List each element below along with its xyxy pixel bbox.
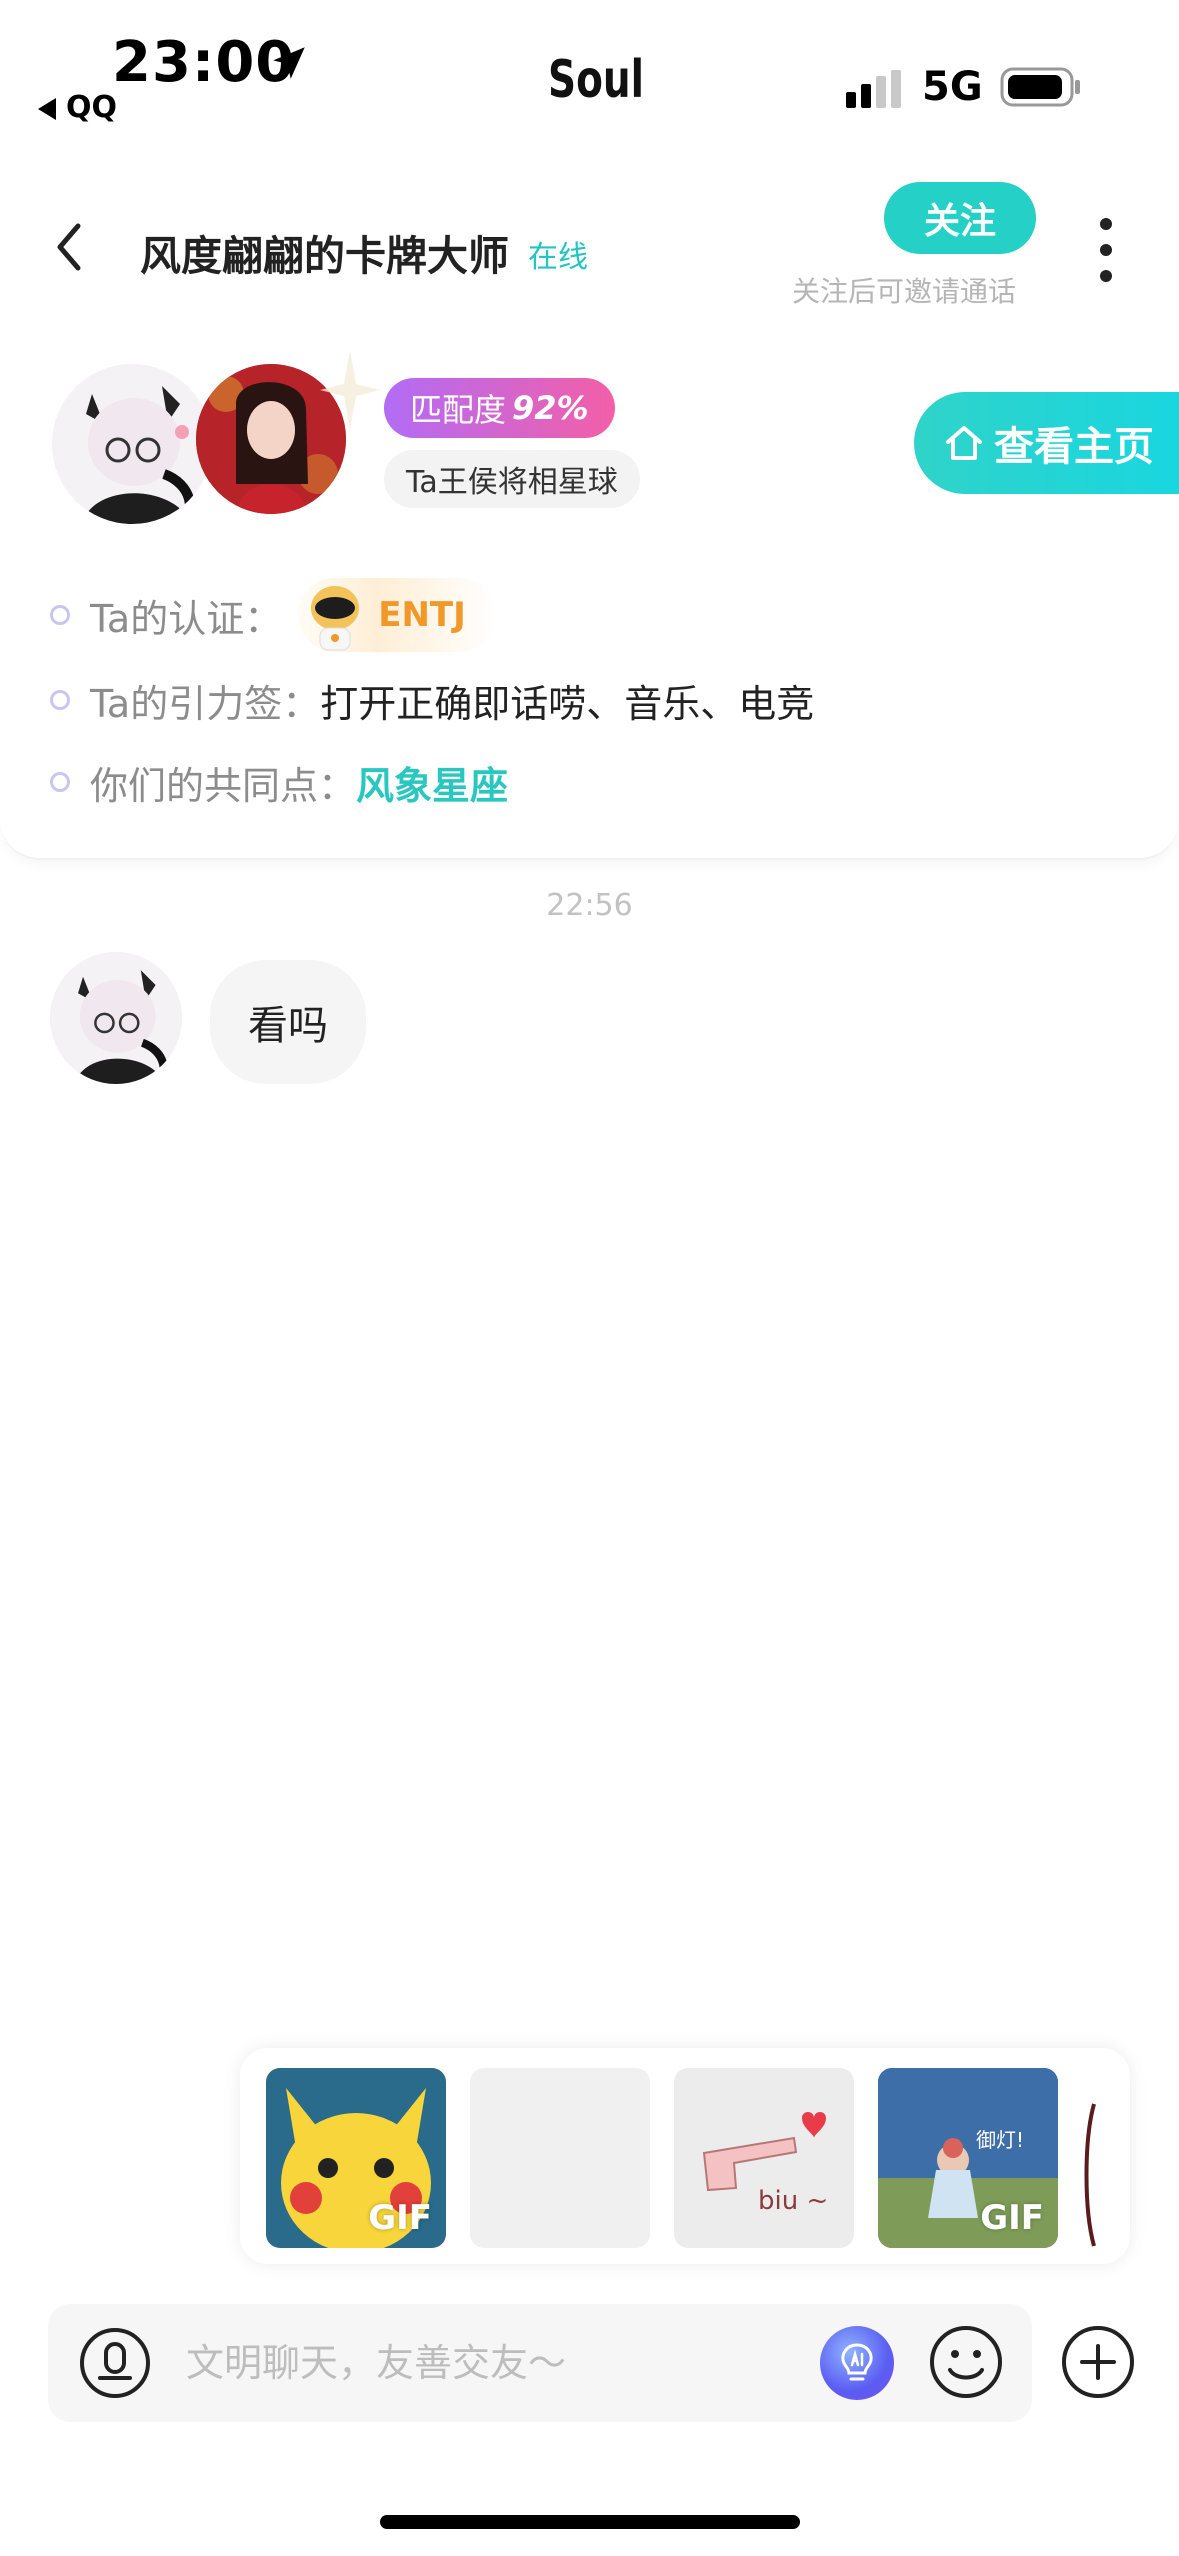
sticker-biu-hand[interactable]: biu ~: [674, 2068, 854, 2248]
ai-assistant-button[interactable]: [820, 2326, 894, 2400]
other-user-avatar[interactable]: [52, 364, 212, 524]
mbti-value: ENTJ: [378, 595, 466, 635]
sticker-caption: biu ~: [758, 2186, 829, 2216]
home-icon: [946, 426, 982, 460]
anime-boy-avatar-icon: [50, 952, 182, 1084]
gif-badge: GIF: [368, 2198, 432, 2238]
info-label: Ta的引力签：: [90, 681, 321, 726]
bullet-dot-icon: [50, 772, 70, 792]
match-label: 匹配度: [410, 391, 507, 429]
gif-badge: GIF: [980, 2198, 1044, 2238]
view-homepage-button[interactable]: 查看主页: [914, 392, 1179, 494]
back-app-label: QQ: [66, 90, 118, 125]
voice-input-icon[interactable]: [78, 2326, 152, 2400]
follow-button[interactable]: 关注: [884, 182, 1036, 254]
info-row-gravity-tags: Ta的引力签： 打开正确即话唠、音乐、电竞: [50, 670, 814, 730]
online-status: 在线: [528, 240, 588, 275]
view-homepage-label: 查看主页: [994, 424, 1154, 470]
signal-icon: [846, 70, 901, 108]
match-value: 92%: [512, 389, 589, 427]
info-row-common-points: 你们的共同点： 风象星座: [50, 752, 508, 812]
planet-tag[interactable]: Ta王侯将相星球: [384, 450, 640, 508]
anime-boy-avatar-icon: [52, 364, 212, 524]
bullet-dot-icon: [50, 605, 70, 625]
battery-icon: [1000, 67, 1080, 107]
back-chevron-icon[interactable]: [46, 212, 96, 282]
back-triangle-icon: [38, 97, 56, 120]
message-bubble[interactable]: 看吗: [210, 960, 366, 1084]
message-avatar[interactable]: [50, 952, 182, 1084]
message-input[interactable]: [186, 2328, 786, 2398]
info-label: 你们的共同点：: [90, 763, 357, 808]
info-value: 打开正确即话唠、音乐、电竞: [320, 681, 815, 726]
sticker-blank[interactable]: [470, 2068, 650, 2248]
app-logo: Soul: [548, 50, 645, 110]
sticker-sky-character[interactable]: 御灯! GIF: [878, 2068, 1058, 2248]
sticker-partial-icon: [1084, 2103, 1096, 2247]
back-to-app-link[interactable]: QQ: [38, 90, 117, 125]
info-label: Ta的认证：: [90, 596, 283, 641]
message-timestamp: 22:56: [546, 888, 633, 923]
sticker-pikachu[interactable]: GIF: [266, 2068, 446, 2248]
home-indicator: [380, 2515, 800, 2529]
chat-title: 风度翩翩的卡牌大师: [140, 232, 509, 280]
info-value[interactable]: 风象星座: [356, 755, 508, 810]
follow-hint: 关注后可邀请通话: [792, 275, 1017, 308]
sticker-caption: 御灯!: [976, 2128, 1025, 2152]
pointing-hand-heart-icon: [702, 2112, 826, 2192]
network-type: 5G: [922, 64, 983, 110]
add-attachment-icon[interactable]: [1060, 2324, 1136, 2400]
location-arrow-icon: [273, 47, 305, 79]
mbti-badge[interactable]: ENTJ: [298, 578, 496, 652]
ai-bulb-icon: [841, 2343, 873, 2381]
astronaut-icon: [311, 586, 360, 651]
sparkle-icon: [320, 350, 380, 430]
more-options-icon[interactable]: [1086, 210, 1126, 290]
info-row-certification: Ta的认证： ENTJ: [50, 578, 496, 652]
emoji-icon[interactable]: [928, 2324, 1004, 2400]
match-badge: 匹配度 92%: [384, 378, 615, 438]
bullet-dot-icon: [50, 690, 70, 710]
